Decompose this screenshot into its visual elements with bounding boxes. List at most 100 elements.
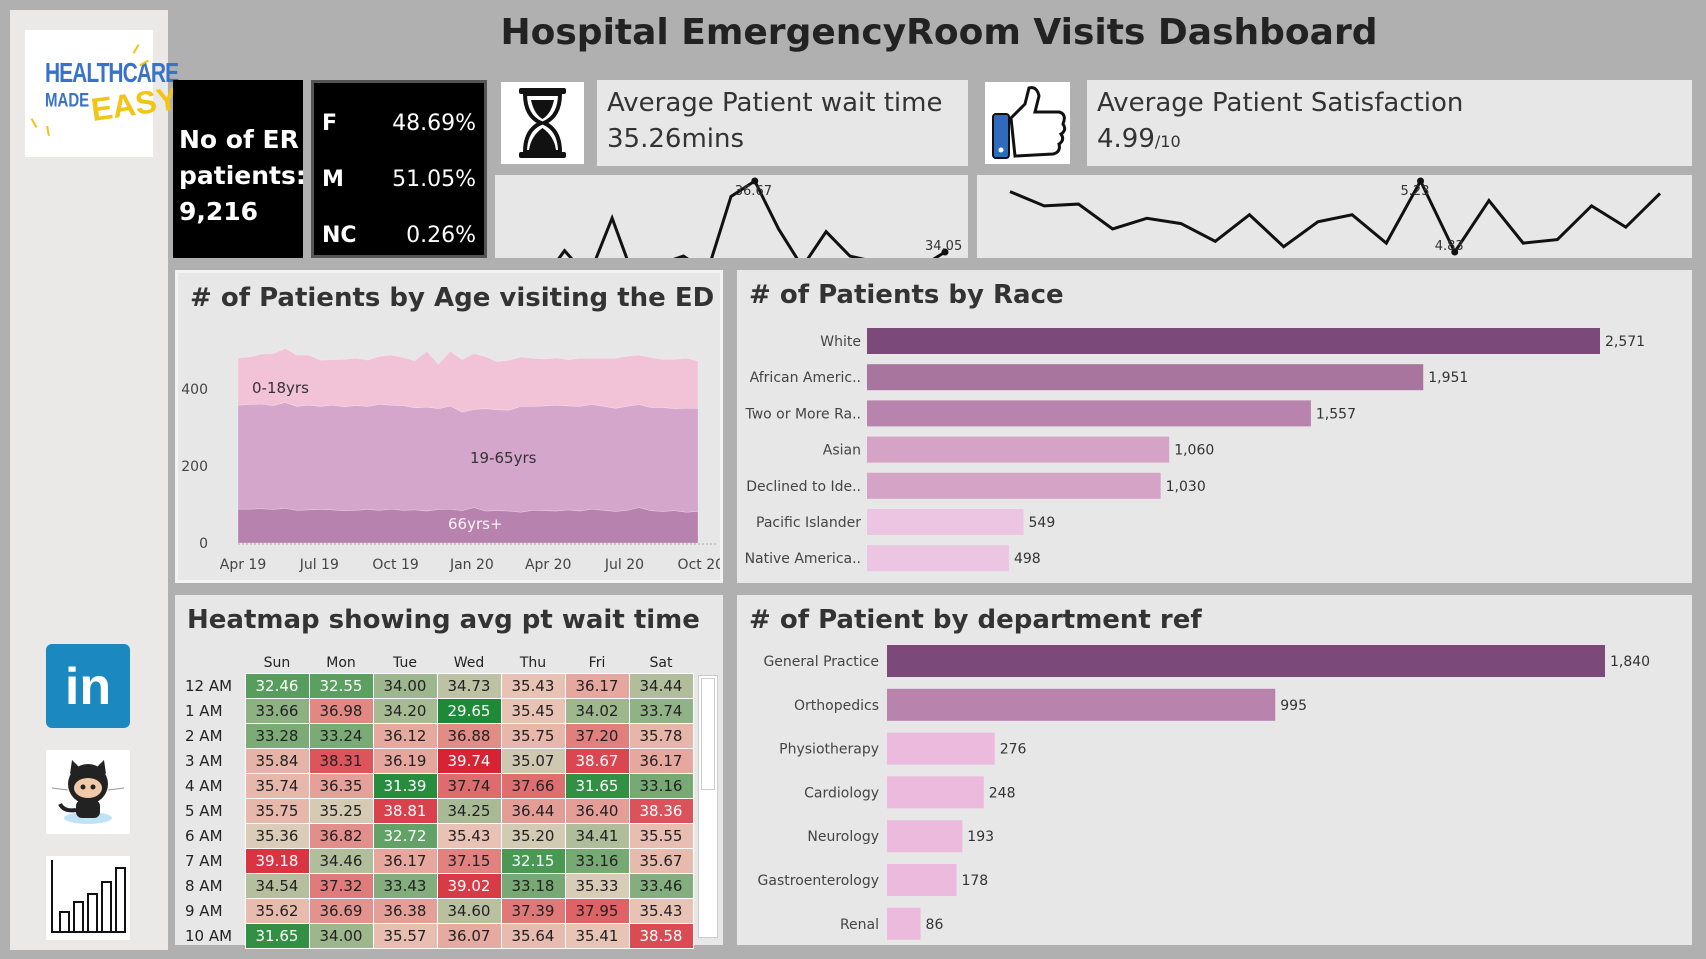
logo-text-line-2: MADE [45, 89, 90, 112]
heatmap-cell[interactable]: 36.98 [308, 697, 374, 724]
heatmap-cell[interactable]: 35.36 [244, 822, 310, 849]
heatmap-cell[interactable]: 35.43 [436, 822, 502, 849]
heatmap-cell[interactable]: 34.00 [308, 922, 374, 949]
heatmap-cell[interactable]: 35.20 [500, 822, 566, 849]
bar-chart-icon[interactable] [46, 856, 130, 940]
heatmap-cell[interactable]: 34.73 [436, 672, 502, 699]
heatmap-cell[interactable]: 35.74 [244, 772, 310, 799]
heatmap-cell[interactable]: 33.18 [500, 872, 566, 899]
sidebar: HEALTHCARE MADE EASY in [10, 10, 180, 950]
heatmap-cell[interactable]: 36.38 [372, 897, 438, 924]
heatmap-cell[interactable]: 37.66 [500, 772, 566, 799]
heatmap-cell[interactable]: 37.20 [564, 722, 630, 749]
heatmap-cell[interactable]: 39.74 [436, 747, 502, 774]
heatmap-cell[interactable]: 38.67 [564, 747, 630, 774]
heatmap-cell[interactable]: 35.25 [308, 797, 374, 824]
heatmap-cell[interactable]: 34.44 [628, 672, 694, 699]
heatmap-cell[interactable]: 35.67 [628, 847, 694, 874]
heatmap-cell[interactable]: 35.78 [628, 722, 694, 749]
github-icon[interactable] [46, 750, 130, 834]
heatmap-cell[interactable]: 37.39 [500, 897, 566, 924]
heatmap-cell[interactable]: 38.36 [628, 797, 694, 824]
heatmap-cell[interactable]: 32.55 [308, 672, 374, 699]
heatmap-cell[interactable]: 36.82 [308, 822, 374, 849]
heatmap-cell[interactable]: 34.02 [564, 697, 630, 724]
heatmap-cell[interactable]: 35.43 [500, 672, 566, 699]
heatmap-scrollbar-thumb[interactable] [701, 678, 715, 790]
heatmap-cell[interactable]: 38.81 [372, 797, 438, 824]
bar-category-label: Native America.. [745, 551, 861, 567]
heatmap-scrollbar[interactable] [698, 675, 718, 938]
heatmap-cell[interactable]: 33.66 [244, 697, 310, 724]
heatmap-cell[interactable]: 34.20 [372, 697, 438, 724]
heatmap-cell[interactable]: 37.74 [436, 772, 502, 799]
heatmap-cell[interactable]: 36.17 [372, 847, 438, 874]
department-bar-chart[interactable]: General Practice 1,840 Orthopedics 995 Physi… [737, 595, 1692, 945]
heatmap-cell[interactable]: 35.62 [244, 897, 310, 924]
heatmap-cell[interactable]: 36.40 [564, 797, 630, 824]
heatmap-cell[interactable]: 33.46 [628, 872, 694, 899]
heatmap-cell[interactable]: 36.07 [436, 922, 502, 949]
github-octocat-graphic [51, 760, 125, 824]
heatmap-cell[interactable]: 33.16 [564, 847, 630, 874]
heatmap-cell[interactable]: 33.43 [372, 872, 438, 899]
heatmap-cell[interactable]: 34.25 [436, 797, 502, 824]
heatmap-table[interactable]: Sun Mon Tue Wed Thu Fri Sat 12 AM 32.46 32.55 34.… [179, 653, 694, 949]
heatmap-cell[interactable]: 39.18 [244, 847, 310, 874]
heatmap-cell[interactable]: 34.00 [372, 672, 438, 699]
heatmap-row-label: 6 AM [185, 826, 223, 845]
heatmap-cell[interactable]: 37.95 [564, 897, 630, 924]
heatmap-cell[interactable]: 35.45 [500, 697, 566, 724]
heatmap-cell[interactable]: 32.46 [244, 672, 310, 699]
heatmap-cell[interactable]: 37.15 [436, 847, 502, 874]
heatmap-cell[interactable]: 35.75 [244, 797, 310, 824]
race-bar-chart-panel: # of Patients by Race White 2,571 African … [737, 270, 1692, 583]
heatmap-cell[interactable]: 38.31 [308, 747, 374, 774]
heatmap-header-row: Sun Mon Tue Wed Thu Fri Sat [179, 653, 693, 673]
heatmap-cell[interactable]: 36.17 [564, 672, 630, 699]
satisfaction-sparkline[interactable]: 5.23 4.83 [977, 175, 1692, 258]
heatmap-cell[interactable]: 35.43 [628, 897, 694, 924]
heatmap-cell[interactable]: 35.84 [244, 747, 310, 774]
heatmap-cell[interactable]: 33.24 [308, 722, 374, 749]
heatmap-cell[interactable]: 36.12 [372, 722, 438, 749]
heatmap-cell[interactable]: 39.02 [436, 872, 502, 899]
wait-time-sparkline[interactable]: 36.67 34.05 [495, 175, 968, 286]
heatmap-cell[interactable]: 35.07 [500, 747, 566, 774]
heatmap-cell[interactable]: 35.41 [564, 922, 630, 949]
heatmap-cell[interactable]: 36.19 [372, 747, 438, 774]
heatmap-cell[interactable]: 36.17 [628, 747, 694, 774]
heatmap-cell[interactable]: 36.69 [308, 897, 374, 924]
heatmap-cell[interactable]: 33.74 [628, 697, 694, 724]
gender-row-male: M 51.05% [322, 151, 476, 207]
heatmap-cell[interactable]: 35.64 [500, 922, 566, 949]
heatmap-cell[interactable]: 36.88 [436, 722, 502, 749]
heatmap-cell[interactable]: 32.15 [500, 847, 566, 874]
age-area-chart[interactable]: 66yrs+ 19-65yrs 0-18yrs 0 200 400 Apr 19 Jul 19… [178, 273, 720, 580]
heatmap-cell[interactable]: 35.33 [564, 872, 630, 899]
heatmap-cell[interactable]: 33.28 [244, 722, 310, 749]
heatmap-row-label: 3 AM [185, 751, 223, 770]
race-bar-chart[interactable]: White 2,571 African Americ.. 1,951 Two or Mo… [737, 270, 1692, 583]
heatmap-cell[interactable]: 36.35 [308, 772, 374, 799]
heatmap-cell[interactable]: 34.54 [244, 872, 310, 899]
heatmap-cell[interactable]: 31.39 [372, 772, 438, 799]
heatmap-cell[interactable]: 31.65 [564, 772, 630, 799]
heatmap-cell[interactable]: 35.75 [500, 722, 566, 749]
heatmap-cell[interactable]: 35.57 [372, 922, 438, 949]
heatmap-cell[interactable]: 32.72 [372, 822, 438, 849]
linkedin-icon[interactable]: in [46, 644, 130, 728]
heatmap-cell[interactable]: 35.55 [628, 822, 694, 849]
heatmap-cell[interactable]: 33.16 [628, 772, 694, 799]
heatmap-cell[interactable]: 38.58 [628, 922, 694, 949]
heatmap-row: 8 AM 34.54 37.32 33.43 39.02 33.18 35.33 33.46 [179, 872, 694, 899]
heatmap-cell[interactable]: 34.46 [308, 847, 374, 874]
heatmap-cell[interactable]: 37.32 [308, 872, 374, 899]
heatmap-cell[interactable]: 29.65 [436, 697, 502, 724]
heatmap-cell[interactable]: 34.41 [564, 822, 630, 849]
heatmap-row-label: 9 AM [185, 901, 223, 920]
heatmap-cell[interactable]: 31.65 [244, 922, 310, 949]
heatmap-cell[interactable]: 34.60 [436, 897, 502, 924]
heatmap-row-label: 7 AM [185, 851, 223, 870]
heatmap-cell[interactable]: 36.44 [500, 797, 566, 824]
